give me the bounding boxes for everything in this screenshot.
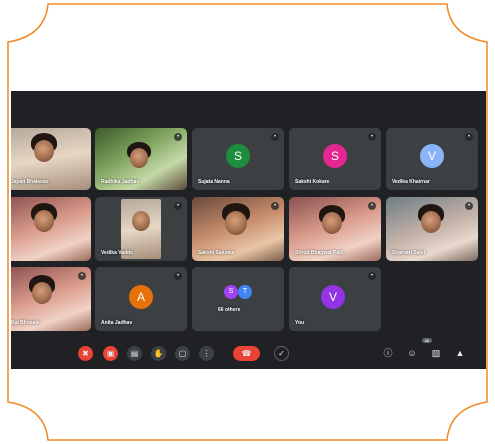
participant-avatar: V [420,144,444,168]
self-tile[interactable]: V • You [289,267,381,331]
more-vert-icon[interactable]: ⋮ [199,346,214,361]
self-name: You [295,320,305,326]
participant-name: Jayati Bhalerao [11,179,48,185]
mic-off-icon: • [368,133,376,141]
camera-off-icon[interactable]: ▣ [103,346,118,361]
video-meeting-window: Jayati Bhalerao • Radhika Jadhav S • Suj… [11,91,486,369]
participant-name: Shruti Bhagwat Patil [295,250,344,256]
participant-avatar: S [323,144,347,168]
participant-tile[interactable]: • Sakshi Salunke [192,197,284,261]
captions-icon[interactable]: ▤ [127,346,142,361]
present-icon[interactable]: ▢ [175,346,190,361]
participant-tile[interactable]: A • Anita Jadhav [95,267,187,331]
phone-hangup-icon[interactable]: ☎ [233,346,260,361]
participant-avatar: A [129,285,153,309]
info-icon[interactable]: ⓘ [381,346,395,360]
activities-icon[interactable]: ▲ [453,346,467,360]
participant-face [322,212,342,234]
others-label: 66 others [218,307,241,313]
participant-name: Sharvari Salvi [392,250,426,256]
participant-face [421,211,441,233]
participant-tile[interactable] [11,197,91,261]
participant-face [130,148,148,168]
mic-off-icon: • [368,202,376,210]
participant-face [132,211,150,231]
mic-off-icon: • [174,272,182,280]
people-count-badge: 66 [422,338,432,343]
mic-off-icon: • [368,272,376,280]
participant-name: Sakshi Salunke [198,250,235,256]
hand-icon[interactable]: ✋ [151,346,166,361]
participant-face [32,282,52,304]
participant-name: Radhika Jadhav [101,179,140,185]
mic-off-icon: • [465,133,473,141]
participant-tile[interactable]: • Vedika Vadde [95,197,187,261]
participant-name: Vedika Khairnar [392,179,430,185]
participant-tile[interactable]: • Rai Bhosale [11,267,91,331]
participant-face [34,140,54,162]
chat-icon[interactable]: ▧ [429,346,443,360]
participant-name: Rai Bhosale [11,320,40,326]
mic-off-icon: • [271,133,279,141]
mic-off-icon: • [174,202,182,210]
participant-tile[interactable]: • Sharvari Salvi [386,197,478,261]
reactions-icon[interactable]: ✓ [274,346,289,361]
participant-face [225,211,247,235]
mic-off-icon: • [78,272,86,280]
participant-avatar: S [226,144,250,168]
others-avatar: S [224,285,238,299]
people-icon[interactable]: ☺ [405,346,419,360]
participant-name: Sakshi Kokare [295,179,330,185]
participant-face [34,210,54,232]
mic-off-icon: • [271,202,279,210]
mic-off-icon: • [174,133,182,141]
participant-name: Anita Jadhav [101,320,133,326]
participant-tile[interactable]: Jayati Bhalerao [11,128,91,190]
control-bar: ✖ ▣ ▤ ✋ ▢ ⋮ ☎ ✓ ⓘ ☺ ▧ ▲ [11,339,486,369]
self-avatar: V [321,285,345,309]
participant-tile[interactable]: • Shruti Bhagwat Patil [289,197,381,261]
participant-tile[interactable]: S • Sujata Nanna [192,128,284,190]
participant-tile[interactable]: V • Vedika Khairnar [386,128,478,190]
participant-tile[interactable]: • Radhika Jadhav [95,128,187,190]
participant-name: Vedika Vadde [101,250,133,256]
mic-off-icon[interactable]: ✖ [78,346,93,361]
others-tile[interactable]: S T 66 others [192,267,284,331]
participant-tile[interactable]: S • Sakshi Kokare [289,128,381,190]
others-avatar: T [238,285,252,299]
mic-off-icon: • [465,202,473,210]
participant-name: Sujata Nanna [198,179,230,185]
